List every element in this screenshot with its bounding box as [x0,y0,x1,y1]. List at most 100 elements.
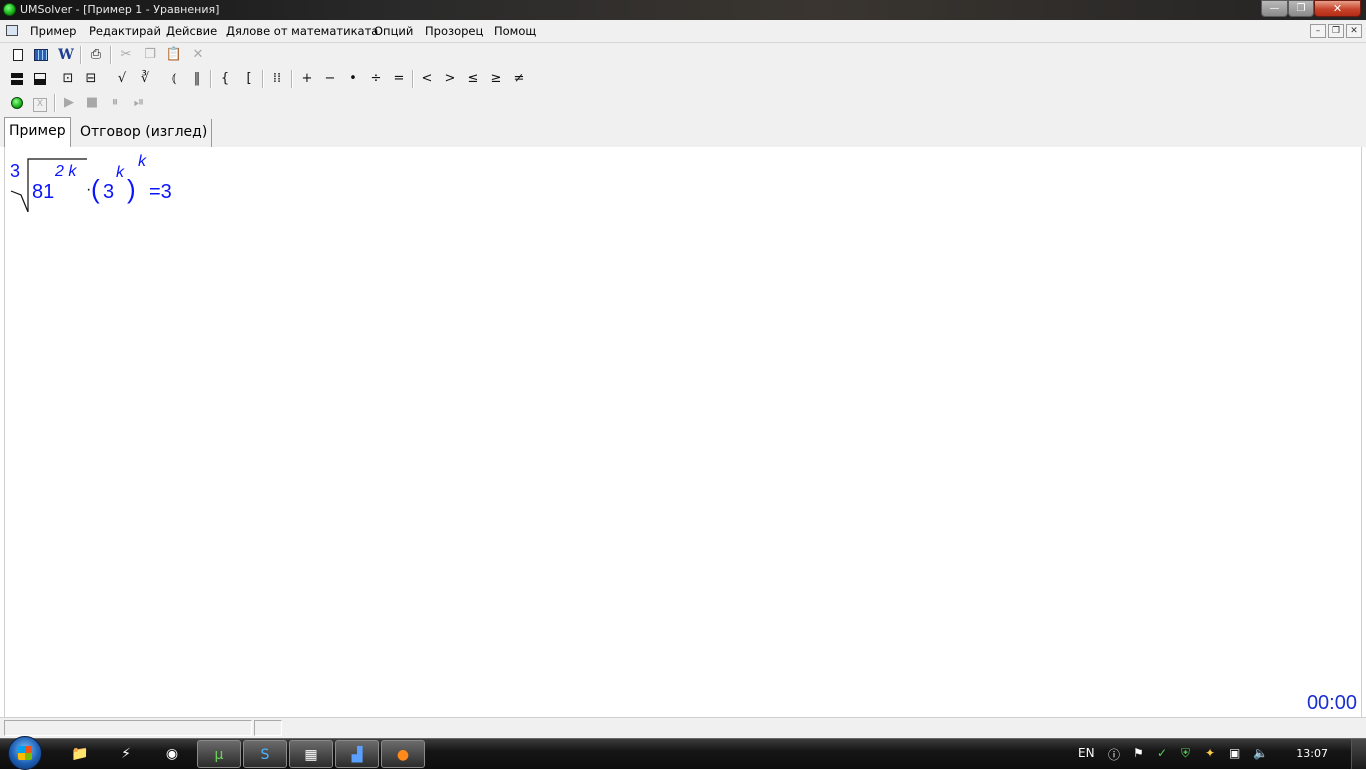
pause-icon: ⏸ [111,95,119,110]
sync-tray-icon[interactable]: ⓘ [1108,746,1120,763]
scissors-icon: ✂ [120,47,132,62]
plus-button[interactable]: + [298,70,316,88]
sqrt-button[interactable]: √ [113,70,131,88]
minus-button[interactable]: − [321,70,339,88]
subscript-button[interactable]: ⊟ [82,70,100,88]
media-icon: ⚡ [121,746,131,762]
flag-tray-icon[interactable]: ⚑ [1133,746,1144,760]
skype-icon: S [260,747,270,763]
start-button[interactable] [8,736,42,770]
menu-options[interactable]: Опций [374,24,413,38]
superscript-button[interactable]: ⊡ [59,70,77,88]
language-indicator[interactable]: EN [1078,746,1095,760]
calculator-icon [34,49,48,61]
delete-button[interactable]: ✕ [189,46,207,64]
abs-value-icon: ‖ [193,71,201,86]
greater-equal-button[interactable]: ≥ [487,70,505,88]
less-than-button[interactable]: < [418,70,436,88]
solve-button[interactable] [8,94,26,112]
show-desktop-button[interactable] [1351,739,1366,769]
menu-window[interactable]: Прозорец [425,24,483,38]
equation-editor[interactable]: 3 81 2 k · ( 3 k ) k =3 00:00 [4,147,1362,717]
fraction-button[interactable] [8,70,26,88]
chrome-taskbar-button[interactable]: ◉ [150,740,194,768]
run-toolbar: X ▶ ■ ⏸ ⏯ [0,91,1366,116]
nth-root-button[interactable]: ∛ [136,70,154,88]
shield-tray-icon[interactable]: ⛨ [1181,746,1190,761]
network-tray-icon[interactable]: ▣ [1229,746,1240,760]
menu-primer[interactable]: Пример [30,24,76,38]
calculator-taskbar-button[interactable]: ▦ [289,740,333,768]
mdi-minimize-button[interactable]: – [1310,24,1326,38]
fraction-inline-button[interactable] [31,70,49,88]
green-circle-icon [11,97,23,109]
media-taskbar-button[interactable]: ⚡ [104,740,148,768]
taskbar: 📁 ⚡ ◉ µ S ▦ ▟ ● EN ⓘ ⚑ ✓ ⛨ ✦ ▣ 🔈 13:07 [0,736,1366,770]
firefox-taskbar-button[interactable]: ● [381,740,425,768]
menu-action[interactable]: Дейсвие [166,24,217,38]
utorrent-taskbar-button[interactable]: µ [197,740,241,768]
pause-button[interactable]: ⏸ [106,94,124,112]
calculator-app-icon: ▦ [304,747,318,763]
print-preview-button[interactable]: ⎙ [87,46,105,64]
paste-button[interactable]: 📋 [165,46,183,64]
mdi-restore-button[interactable]: ❐ [1328,24,1344,38]
stop-icon: ■ [85,95,99,110]
window-title: UMSolver - [Пример 1 - Уравнения] [20,3,220,16]
stop-button[interactable]: ■ [83,94,101,112]
chart-app-taskbar-button[interactable]: ▟ [335,740,379,768]
mdi-close-button[interactable]: ✕ [1346,24,1362,38]
folder-icon: 📁 [71,746,89,762]
step-button[interactable]: ⏯ [130,94,148,112]
step-forward-icon: ⏯ [133,95,145,110]
bracket-button[interactable]: [ [240,70,258,88]
volume-tray-icon[interactable]: 🔈 [1253,746,1268,760]
document-icon[interactable] [6,25,18,36]
copy-button[interactable]: ❐ [141,46,159,64]
toolbar-separator [262,70,264,88]
timer: 00:00 [1306,692,1357,714]
divide-button[interactable]: ÷ [367,70,385,88]
tab-answer-view[interactable]: Отговор (изглед) [76,119,213,147]
equals-button[interactable]: = [390,70,408,88]
explorer-taskbar-button[interactable]: 📁 [58,740,102,768]
subscript-icon: ⊟ [85,71,97,86]
math-toolbar: ⊡ ⊟ √ ∛ ⦅ ‖ { [ ⁞⁞ + − • ÷ = < > ≤ ≥ ≠ [0,67,1366,92]
status-bar [0,717,1366,738]
new-document-button[interactable] [9,46,27,64]
tab-primer[interactable]: Пример [4,117,71,147]
brace-button[interactable]: { [216,70,234,88]
close-button[interactable]: ✕ [1314,0,1361,17]
toolbar-separator [412,70,414,88]
maximize-button[interactable]: ❐ [1288,0,1314,17]
play-button[interactable]: ▶ [60,94,78,112]
menu-bar: Пример Редактирай Дейсвие Дялове от мате… [0,20,1366,43]
radicand-base: 81 [32,181,55,203]
less-equal-button[interactable]: ≤ [464,70,482,88]
skype-taskbar-button[interactable]: S [243,740,287,768]
multiply-button[interactable]: • [344,70,362,88]
cut-button[interactable]: ✂ [117,46,135,64]
check-tray-icon[interactable]: ✓ [1157,746,1167,760]
not-equal-button[interactable]: ≠ [510,70,528,88]
app-icon[interactable] [3,3,16,16]
minimize-button[interactable]: — [1261,0,1288,17]
tab-strip: Пример Отговор (изглед) [0,115,1366,147]
menu-help[interactable]: Помощ [494,24,536,38]
chart-app-icon: ▟ [351,747,363,763]
menu-math-sections[interactable]: Дялове от математиката [226,24,378,38]
clock[interactable]: 13:07 [1296,747,1328,760]
wand-tray-icon[interactable]: ✦ [1205,746,1215,760]
word-export-button[interactable]: W [57,46,75,64]
abs-value-button[interactable]: ‖ [188,70,206,88]
menu-edit[interactable]: Редактирай [89,24,161,38]
nth-root-icon: ∛ [140,71,150,86]
greater-than-button[interactable]: > [441,70,459,88]
matrix-button[interactable]: ⁞⁞ [268,70,286,88]
delete-icon: ✕ [192,47,204,62]
clear-button[interactable]: X [31,94,49,112]
calculator-button[interactable] [32,46,50,64]
parentheses-button[interactable]: ⦅ [165,70,183,88]
new-document-icon [13,49,23,61]
sqrt-icon: √ [117,71,127,86]
